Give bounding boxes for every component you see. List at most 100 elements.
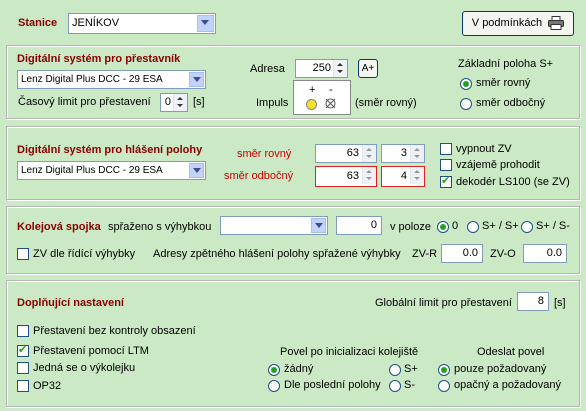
init-none-label: žádný (284, 363, 314, 375)
zv-master-checkbox[interactable] (17, 248, 29, 260)
fb-straight-label: směr rovný (237, 148, 292, 160)
decoder-label: dekodér LS100 (se ZV) (456, 176, 570, 188)
init-none-radio[interactable] (268, 364, 280, 376)
init-splus-label: S+ (404, 363, 418, 375)
init-sminus-label: S- (404, 379, 415, 391)
init-splus-radio[interactable] (389, 364, 401, 376)
stanice-value: JENÍKOV (72, 17, 120, 29)
turnout-title: Digitální systém pro přestavník (17, 53, 181, 65)
op32-checkbox[interactable] (17, 380, 29, 392)
send-required-radio[interactable] (438, 364, 450, 376)
position-0-radio[interactable] (437, 221, 449, 233)
print-conditions-label: V podmínkách (471, 17, 543, 29)
zvo-label: ZV-O (490, 248, 516, 260)
address-plus-button[interactable]: A+ (358, 59, 378, 78)
direction-note: (směr rovný) (355, 97, 417, 109)
position-splus-splus-radio[interactable] (467, 221, 479, 233)
basic-branch-radio[interactable] (460, 98, 472, 110)
time-limit-label: Časový limit pro přestavení (18, 96, 151, 108)
zvo-value: 0.0 (546, 247, 562, 259)
decoder-checkbox[interactable] (440, 174, 452, 188)
fb-straight-addr[interactable]: 63 (315, 144, 377, 163)
address-value: 250 (312, 62, 331, 74)
fb-branch-bit-value: 4 (400, 170, 407, 182)
chevron-down-icon (189, 163, 204, 178)
zvo-field[interactable]: 0.0 (523, 244, 567, 263)
swap-checkbox[interactable] (440, 159, 452, 171)
basic-position-label: Základní poloha S+ (458, 58, 554, 70)
zvr-label: ZV-R (412, 248, 438, 260)
zvr-value: 0.0 (462, 247, 478, 259)
feedback-system-select[interactable]: Lenz Digital Plus DCC - 29 ESA (17, 161, 206, 180)
impuls-plus: + (309, 84, 316, 96)
init-last-label: Dle poslední polohy (284, 379, 381, 391)
fb-branch-addr[interactable]: 63 (315, 166, 377, 187)
position-splus-sminus-radio[interactable] (521, 221, 533, 233)
position-splus-sminus-label: S+ / S- (536, 220, 570, 232)
zvr-field[interactable]: 0.0 (441, 244, 483, 263)
fb-straight-bit[interactable]: 3 (381, 144, 425, 163)
address-label: Adresa (250, 63, 285, 75)
impuls-on-icon[interactable] (306, 99, 317, 110)
op32-label: OP32 (33, 380, 62, 392)
stanice-label: Stanice (18, 17, 58, 29)
init-last-radio[interactable] (268, 380, 280, 392)
basic-straight-label: směr rovný (476, 77, 531, 89)
feedback-title: Digitální systém pro hlášení polohy (17, 144, 203, 156)
zv-off-checkbox[interactable] (440, 143, 452, 155)
global-limit-field[interactable]: 8 (517, 292, 549, 311)
ltm-label: Přestavení pomocí LTM (33, 345, 149, 357)
global-limit-label: Globální limit pro přestavení (375, 297, 512, 309)
init-title: Povel po inicializaci kolejiště (280, 346, 419, 358)
fb-branch-bit[interactable]: 4 (381, 166, 425, 187)
no-occupancy-checkbox[interactable] (17, 325, 29, 337)
address-stepper[interactable]: 250 (295, 59, 348, 78)
time-unit: [s] (193, 96, 205, 108)
derail-label: Jedná se o výkolejku (33, 362, 136, 374)
printer-icon (548, 16, 565, 31)
spinner-arrows-icon (362, 167, 376, 184)
feedback-system-value: Lenz Digital Plus DCC - 29 ESA (21, 165, 163, 176)
spinner-arrows-icon[interactable] (173, 94, 187, 111)
coupled-addr-label: Adresy zpětného hlášení polohy spřažené … (153, 248, 401, 260)
impuls-minus: - (329, 84, 333, 96)
extra-title: Doplňující nastavení (17, 297, 124, 309)
impuls-box: + - (293, 80, 351, 115)
no-occupancy-label: Přestavení bez kontroly obsazení (33, 325, 196, 337)
chevron-down-icon (189, 72, 204, 87)
coupling-title: Kolejová spojka (17, 221, 101, 233)
spinner-arrows-icon[interactable] (333, 60, 347, 77)
time-limit-stepper[interactable]: 0 (160, 93, 188, 112)
fb-straight-addr-value: 63 (346, 147, 359, 159)
zv-off-label: vypnout ZV (456, 143, 512, 155)
print-conditions-button[interactable]: V podmínkách (462, 11, 574, 36)
position-0-label: 0 (452, 220, 459, 232)
coupled-value-field[interactable]: 0 (336, 216, 382, 235)
basic-straight-radio[interactable] (460, 78, 472, 90)
position-label: v poloze (390, 221, 431, 233)
send-title: Odeslat povel (477, 346, 545, 358)
coupled-value: 0 (370, 219, 377, 231)
position-splus-splus-label: S+ / S+ (482, 220, 519, 232)
time-limit-value: 0 (164, 96, 171, 108)
coupled-label: spřaženo s výhybkou (108, 221, 212, 233)
coupled-select[interactable] (220, 216, 328, 235)
spinner-arrows-icon (410, 145, 424, 162)
chevron-down-icon (197, 15, 214, 32)
derail-checkbox[interactable] (17, 362, 29, 374)
ltm-checkbox[interactable] (17, 343, 29, 357)
spinner-arrows-icon (362, 145, 376, 162)
zv-master-label: ZV dle řídící výhybky (33, 248, 136, 260)
send-opposite-label: opačný a požadovaný (454, 379, 562, 391)
impuls-off-icon[interactable] (325, 98, 336, 109)
basic-branch-label: směr odbočný (476, 97, 546, 109)
stanice-select[interactable]: JENÍKOV (68, 13, 216, 34)
turnout-system-select[interactable]: Lenz Digital Plus DCC - 29 ESA (17, 70, 206, 89)
global-limit-unit: [s] (554, 297, 566, 309)
swap-label: vzájemě prohodit (456, 159, 540, 171)
fb-branch-label: směr odbočný (224, 170, 294, 182)
fb-straight-bit-value: 3 (400, 147, 407, 159)
init-sminus-radio[interactable] (389, 380, 401, 392)
fb-branch-addr-value: 63 (346, 170, 359, 182)
send-opposite-radio[interactable] (438, 380, 450, 392)
